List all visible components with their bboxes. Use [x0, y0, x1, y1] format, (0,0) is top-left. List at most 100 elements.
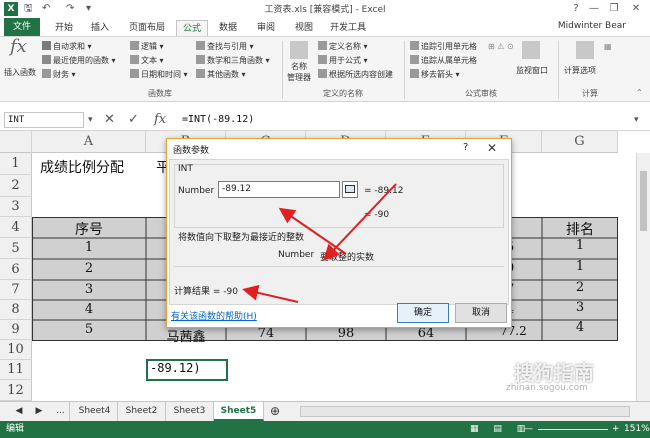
- tab-formulas[interactable]: 公式: [176, 20, 208, 36]
- row-header[interactable]: 5: [0, 238, 32, 259]
- text-button[interactable]: 文本 ▾: [130, 55, 164, 67]
- define-name-button[interactable]: 定义名称 ▾: [318, 41, 368, 53]
- cancel-icon[interactable]: ✕: [104, 112, 115, 128]
- row-header[interactable]: 1: [0, 153, 32, 175]
- cell-b11[interactable]: -89.12): [150, 361, 201, 375]
- insert-function-button[interactable]: 插入函数: [4, 67, 36, 79]
- cell-e9[interactable]: 64: [386, 326, 466, 341]
- cell-g5[interactable]: 1: [542, 238, 618, 253]
- user-name[interactable]: Midwinter Bear: [558, 21, 626, 31]
- trace-dependents-button[interactable]: 追踪从属单元格: [410, 55, 477, 67]
- sheet-more-button[interactable]: ...: [52, 402, 70, 421]
- insert-function-fx-icon[interactable]: fx: [154, 112, 166, 128]
- tab-file[interactable]: 文件: [4, 18, 40, 36]
- vertical-scrollbar[interactable]: [636, 153, 650, 401]
- recent-functions-button[interactable]: 最近使用的函数 ▾: [42, 55, 116, 67]
- row-header[interactable]: 11: [0, 360, 32, 380]
- scroll-thumb[interactable]: [640, 171, 647, 231]
- name-box-dropdown-icon[interactable]: ▾: [88, 112, 93, 128]
- cell-g8[interactable]: 3: [542, 300, 618, 315]
- tab-home[interactable]: 开始: [50, 20, 78, 36]
- cell-g7[interactable]: 2: [542, 280, 618, 295]
- tab-data[interactable]: 数据: [214, 20, 242, 36]
- row-header[interactable]: 9: [0, 320, 32, 340]
- sheet-prev-icon[interactable]: ◀: [12, 402, 26, 421]
- row-header[interactable]: 6: [0, 259, 32, 280]
- close-button[interactable]: ✕: [628, 1, 644, 17]
- row-header[interactable]: 3: [0, 197, 32, 217]
- cell-a1[interactable]: 成绩比例分配: [40, 157, 124, 177]
- cell-b9[interactable]: 马茜鑫: [146, 326, 226, 345]
- audit-icons[interactable]: ⊞ ⚠ ⊙: [488, 41, 514, 53]
- name-box[interactable]: INT: [4, 112, 84, 128]
- zoom-in-icon[interactable]: +: [612, 421, 620, 438]
- collapse-dialog-button[interactable]: [342, 181, 358, 198]
- cell-d9[interactable]: 98: [306, 326, 386, 341]
- cell-a6[interactable]: 2: [32, 261, 146, 276]
- calc-now-icon[interactable]: ▦: [604, 41, 612, 53]
- row-header[interactable]: 4: [0, 217, 32, 238]
- dialog-help-button[interactable]: ?: [463, 142, 468, 153]
- autosum-button[interactable]: 自动求和 ▾: [42, 41, 92, 53]
- ok-button[interactable]: 确定: [397, 303, 449, 323]
- cell-a9[interactable]: 5: [32, 322, 146, 337]
- add-sheet-icon[interactable]: ⊕: [266, 402, 284, 421]
- row-header[interactable]: 8: [0, 300, 32, 320]
- tab-page-layout[interactable]: 页面布局: [124, 20, 170, 36]
- cell-g9[interactable]: 4: [542, 320, 618, 335]
- sheet-tab-sheet4[interactable]: Sheet4: [72, 402, 118, 421]
- finance-button[interactable]: 财务 ▾: [42, 69, 76, 81]
- restore-button[interactable]: ❐: [606, 1, 622, 17]
- cell-a5[interactable]: 1: [32, 240, 146, 255]
- sheet-tab-sheet2[interactable]: Sheet2: [118, 402, 166, 421]
- insert-function-icon[interactable]: fx: [10, 38, 27, 56]
- sheet-next-icon[interactable]: ▶: [32, 402, 46, 421]
- row-header[interactable]: 12: [0, 380, 32, 401]
- minimize-button[interactable]: —: [586, 1, 602, 17]
- row-header[interactable]: 2: [0, 175, 32, 197]
- enter-icon[interactable]: ✓: [128, 112, 139, 128]
- tab-insert[interactable]: 插入: [86, 20, 114, 36]
- zoom-level[interactable]: 151%: [624, 421, 650, 438]
- trace-precedents-button[interactable]: 追踪引用单元格: [410, 41, 477, 53]
- tab-view[interactable]: 视图: [290, 20, 318, 36]
- tab-developer[interactable]: 开发工具: [326, 20, 370, 36]
- help-button[interactable]: ?: [568, 1, 584, 17]
- tab-review[interactable]: 审阅: [252, 20, 280, 36]
- number-argument-input[interactable]: -89.12: [218, 181, 340, 198]
- zoom-out-icon[interactable]: —: [524, 421, 533, 438]
- remove-arrows-button[interactable]: 移去箭头 ▾: [410, 69, 460, 81]
- view-buttons-icon[interactable]: ▦ ▤ ▥: [470, 421, 531, 438]
- math-button[interactable]: 数学和三角函数 ▾: [196, 55, 270, 67]
- formula-input[interactable]: =INT(-89.12): [182, 112, 254, 128]
- horizontal-scrollbar[interactable]: [300, 406, 630, 417]
- help-link[interactable]: 有关该函数的帮助(H): [171, 309, 257, 322]
- calc-options-button[interactable]: 计算选项: [564, 65, 596, 77]
- logic-button[interactable]: 逻辑 ▾: [130, 41, 164, 53]
- select-all-corner[interactable]: [0, 131, 32, 153]
- datetime-button[interactable]: 日期和时间 ▾: [130, 69, 188, 81]
- row-header[interactable]: 7: [0, 280, 32, 300]
- cancel-button[interactable]: 取消: [455, 303, 507, 323]
- expand-formula-bar-icon[interactable]: ▾: [634, 112, 639, 128]
- cell-c9[interactable]: 74: [226, 326, 306, 341]
- use-in-formula-button[interactable]: 用于公式 ▾: [318, 55, 368, 67]
- lookup-button[interactable]: 查找与引用 ▾: [196, 41, 254, 53]
- create-from-selection-button[interactable]: 根据所选内容创建: [318, 69, 393, 81]
- collapse-ribbon-icon[interactable]: ⌃: [636, 87, 643, 99]
- zoom-slider[interactable]: [538, 429, 608, 430]
- row-header[interactable]: 10: [0, 340, 32, 360]
- cell-g6[interactable]: 1: [542, 259, 618, 274]
- col-header-g[interactable]: G: [542, 131, 618, 153]
- col-header-a[interactable]: A: [32, 131, 146, 153]
- sheet-tab-sheet5[interactable]: Sheet5: [214, 402, 264, 421]
- cell-g4[interactable]: 排名: [542, 219, 618, 239]
- sheet-tab-sheet3[interactable]: Sheet3: [166, 402, 214, 421]
- cell-a8[interactable]: 4: [32, 302, 146, 317]
- cell-a4[interactable]: 序号: [32, 219, 146, 239]
- name-manager-button[interactable]: 名称 管理器: [284, 61, 314, 83]
- cell-a7[interactable]: 3: [32, 282, 146, 297]
- more-functions-button[interactable]: 其他函数 ▾: [196, 69, 246, 81]
- dialog-close-button[interactable]: ✕: [487, 141, 497, 155]
- watch-window-button[interactable]: 监视窗口: [516, 65, 548, 77]
